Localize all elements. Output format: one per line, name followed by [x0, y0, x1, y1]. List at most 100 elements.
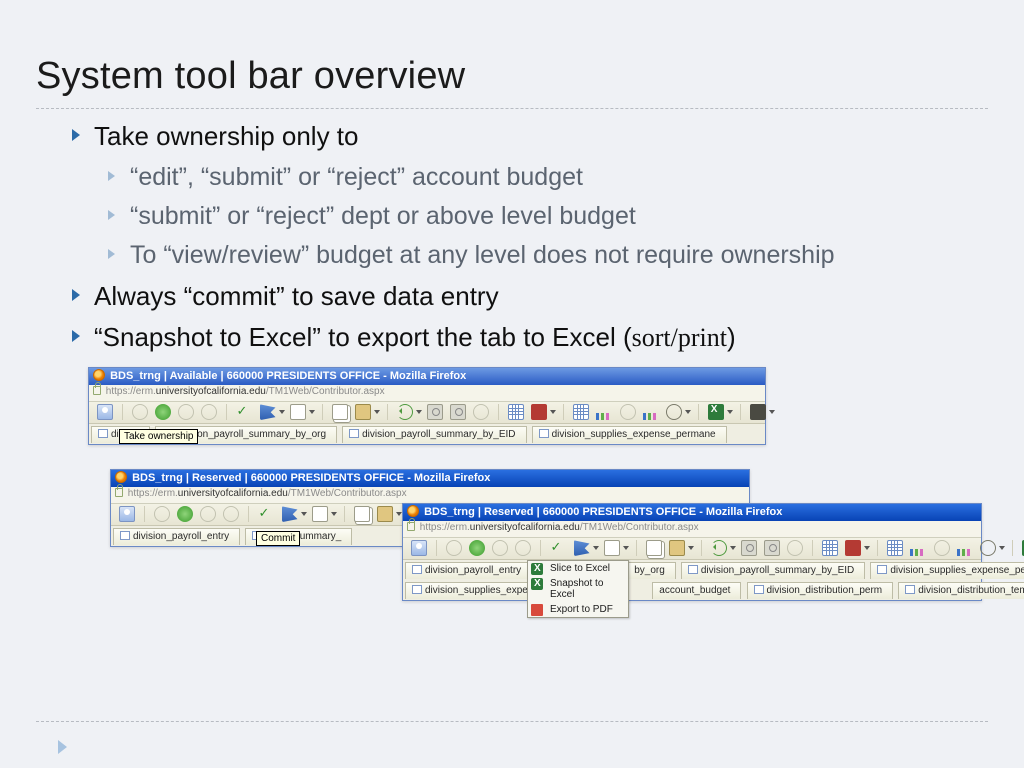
no-entry-button[interactable] — [531, 404, 547, 420]
table-button[interactable] — [887, 540, 903, 556]
chevron-down-icon[interactable] — [688, 546, 694, 550]
tab[interactable]: account_budget — [652, 582, 741, 599]
chevron-down-icon[interactable] — [301, 512, 307, 516]
format-button[interactable] — [934, 540, 950, 556]
window-available: BDS_trng | Available | 660000 PRESIDENTS… — [88, 367, 766, 445]
url-post: /TM1Web/Contributor.aspx — [288, 488, 407, 499]
refresh-button[interactable] — [177, 506, 193, 522]
bullet-3-post: ) — [727, 322, 736, 352]
disabled-button — [200, 506, 216, 522]
footer-arrow-icon — [58, 740, 67, 754]
no-entry-button[interactable] — [845, 540, 861, 556]
chevron-down-icon[interactable] — [309, 410, 315, 414]
slide-title: System tool bar overview — [36, 55, 988, 98]
format-button[interactable] — [620, 404, 636, 420]
tab[interactable]: division_distribution_perm — [747, 582, 894, 599]
chart-options-button[interactable] — [666, 404, 682, 420]
lock-icon — [407, 522, 415, 531]
chevron-down-icon[interactable] — [864, 546, 870, 550]
tab[interactable]: division_payroll_summary_by_EID — [681, 562, 865, 579]
grid-button[interactable] — [822, 540, 838, 556]
flag-button[interactable] — [282, 506, 298, 522]
pdf-icon — [531, 604, 543, 616]
toolbar-3 — [403, 538, 981, 560]
table-button[interactable] — [573, 404, 589, 420]
chevron-down-icon[interactable] — [623, 546, 629, 550]
tab[interactable]: division_payroll_summary_by_EID — [342, 426, 526, 443]
chevron-down-icon[interactable] — [730, 546, 736, 550]
doc-button[interactable] — [312, 506, 328, 522]
copy-button[interactable] — [646, 540, 662, 556]
chart-options-button[interactable] — [980, 540, 996, 556]
copy-button[interactable] — [332, 404, 348, 420]
paste-button[interactable] — [355, 404, 371, 420]
disabled-button — [132, 404, 148, 420]
menu-slice-to-excel[interactable]: Slice to Excel — [528, 561, 628, 576]
camera-button[interactable] — [764, 540, 780, 556]
paste-button[interactable] — [377, 506, 393, 522]
tab[interactable]: division_payroll_entry — [113, 528, 240, 545]
chevron-down-icon[interactable] — [331, 512, 337, 516]
take-ownership-button[interactable] — [97, 404, 113, 420]
commit-button[interactable] — [550, 540, 566, 556]
sandbox-button[interactable] — [750, 404, 766, 420]
camera-button[interactable] — [450, 404, 466, 420]
separator — [144, 506, 145, 522]
chevron-down-icon[interactable] — [769, 410, 775, 414]
chart-button[interactable] — [596, 404, 612, 420]
bullet-list: Take ownership only to “edit”, “submit” … — [36, 119, 988, 355]
doc-button[interactable] — [290, 404, 306, 420]
tab[interactable]: division_supplies_expense_permane — [532, 426, 727, 443]
paste-button[interactable] — [669, 540, 685, 556]
toolbar-1 — [89, 402, 765, 424]
refresh-button[interactable] — [155, 404, 171, 420]
chevron-down-icon[interactable] — [550, 410, 556, 414]
tab[interactable]: by_org — [627, 562, 676, 579]
menu-item-label: Snapshot to Excel — [550, 578, 603, 600]
export-button[interactable] — [708, 404, 724, 420]
separator — [226, 404, 227, 420]
bullet-3-pre: “Snapshot to Excel” to export the tab to… — [94, 322, 632, 352]
camera-button[interactable] — [741, 540, 757, 556]
chart-button[interactable] — [910, 540, 926, 556]
chevron-down-icon[interactable] — [593, 546, 599, 550]
tab-label: division_payroll_summary_by_EID — [362, 429, 515, 440]
chart2-button[interactable] — [643, 404, 659, 420]
tab[interactable]: division_payroll_entry — [405, 562, 532, 579]
chart2-button[interactable] — [957, 540, 973, 556]
bullet-1: Take ownership only to — [94, 119, 988, 154]
chevron-down-icon[interactable] — [727, 410, 733, 414]
firefox-icon — [407, 505, 419, 517]
tab[interactable]: division_distribution_temp — [898, 582, 1024, 599]
chevron-down-icon[interactable] — [999, 546, 1005, 550]
chevron-down-icon[interactable] — [416, 410, 422, 414]
chevron-down-icon[interactable] — [685, 410, 691, 414]
grid-button[interactable] — [508, 404, 524, 420]
commit-button[interactable] — [236, 404, 252, 420]
chevron-down-icon[interactable] — [279, 410, 285, 414]
bullet-3-serif: sort/print — [632, 323, 727, 352]
chevron-down-icon[interactable] — [374, 410, 380, 414]
flag-button[interactable] — [574, 540, 590, 556]
disabled-button — [446, 540, 462, 556]
lock-icon — [115, 488, 123, 497]
tab[interactable]: division_supplies_expense_permar — [870, 562, 1024, 579]
tab-label: account_budget — [659, 585, 730, 596]
flag-button[interactable] — [260, 404, 276, 420]
copy-button[interactable] — [354, 506, 370, 522]
take-ownership-button[interactable] — [411, 540, 427, 556]
separator — [498, 404, 499, 420]
recalc-button[interactable] — [711, 540, 727, 556]
recalc-button[interactable] — [397, 404, 413, 420]
tab-label: division_distribution_temp — [918, 585, 1024, 596]
camera-button[interactable] — [427, 404, 443, 420]
doc-button[interactable] — [604, 540, 620, 556]
commit-button[interactable] — [258, 506, 274, 522]
chevron-down-icon[interactable] — [396, 512, 402, 516]
tab-label: division_payroll_entry — [425, 565, 521, 576]
take-ownership-button[interactable] — [119, 506, 135, 522]
menu-export-pdf[interactable]: Export to PDF — [528, 602, 628, 617]
menu-snapshot-to-excel[interactable]: Snapshot to Excel — [528, 576, 628, 602]
refresh-button[interactable] — [469, 540, 485, 556]
disabled-button — [178, 404, 194, 420]
